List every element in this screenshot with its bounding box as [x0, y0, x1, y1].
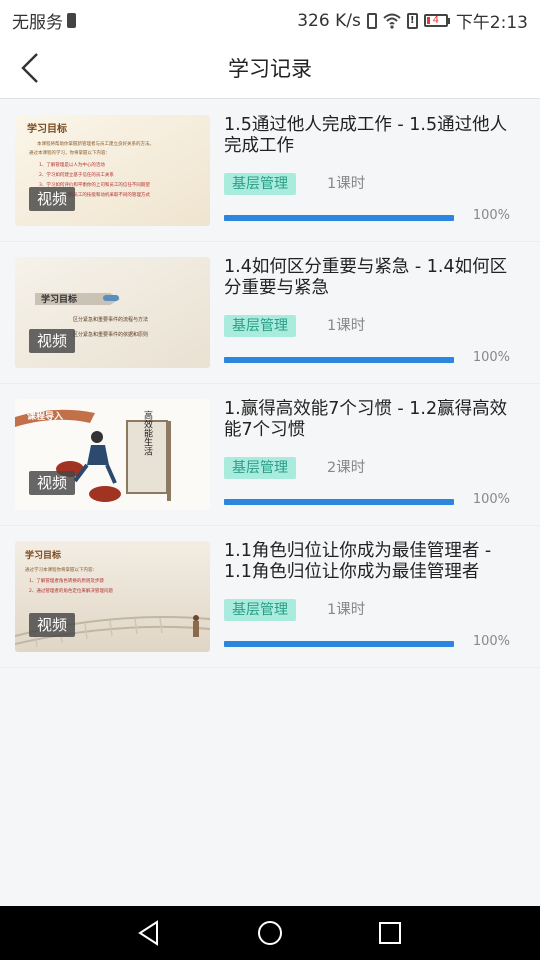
- lesson-hours: 1课时: [327, 602, 366, 618]
- thumb-line: 2、学习如何建立基于信任的员工关系: [39, 171, 114, 178]
- battery-level: 4: [432, 15, 439, 26]
- sim-card-icon: [67, 13, 76, 28]
- progress-bar: [224, 641, 454, 647]
- video-badge: 视频: [29, 187, 76, 211]
- progress-bar: [224, 215, 454, 221]
- thumb-heading: 学习目标: [27, 122, 67, 135]
- thumb-line: 1、了解管理是以人为中心的活动: [39, 161, 105, 168]
- thumb-line: 区分紧急和重要事件的流程与方法: [73, 316, 148, 323]
- progress-percent: 100%: [472, 350, 510, 365]
- thumb-heading: 学习目标: [41, 293, 77, 305]
- record-item[interactable]: 学习目标 本课程将帮助你掌握新管理者与员工建立良好关系的方法。 通过本课程的学习…: [0, 100, 540, 242]
- wifi-icon: [383, 13, 401, 29]
- progress-bar: [224, 499, 454, 505]
- progress-percent: 100%: [472, 208, 510, 223]
- category-tag: 基层管理: [224, 315, 296, 337]
- course-thumbnail[interactable]: 学习目标 区分紧急和重要事件的流程与方法 区分紧急和重要事件的依据和原则 视频: [15, 257, 210, 368]
- record-item[interactable]: 学习目标 区分紧急和重要事件的流程与方法 区分紧急和重要事件的依据和原则 视频 …: [0, 242, 540, 384]
- course-thumbnail[interactable]: 学习目标 本课程将帮助你掌握新管理者与员工建立良好关系的方法。 通过本课程的学习…: [15, 115, 210, 226]
- record-title[interactable]: 1.5通过他人完成工作 - 1.5通过他人完成工作: [224, 115, 520, 157]
- progress-fill: [224, 215, 454, 221]
- progress-fill: [224, 357, 454, 363]
- alert-icon: !: [406, 12, 418, 29]
- nav-back-button[interactable]: [135, 918, 165, 948]
- progress-fill: [224, 641, 454, 647]
- nav-home-button[interactable]: [255, 918, 285, 948]
- category-tag: 基层管理: [224, 173, 296, 195]
- video-badge: 视频: [29, 471, 76, 495]
- thumb-line: 本课程将帮助你掌握新管理者与员工建立良好关系的方法。: [37, 140, 154, 147]
- lesson-hours: 1课时: [327, 176, 366, 192]
- thumb-heading: 学习目标: [25, 549, 61, 561]
- network-speed: 326 K/s: [297, 10, 361, 31]
- progress-fill: [224, 499, 454, 505]
- sign-text: 高效能生活: [142, 409, 153, 456]
- record-title[interactable]: 1.4如何区分重要与紧急 - 1.4如何区分重要与紧急: [224, 257, 520, 299]
- course-thumbnail[interactable]: 学习目标 通过学习本课程你将掌握以下内容： 1、了解管理者角色转换的原则及步骤 …: [15, 541, 210, 652]
- carrier-text: 无服务: [12, 13, 63, 33]
- progress-percent: 100%: [472, 492, 510, 507]
- thumb-line: 通过本课程的学习，你将掌握以下内容：: [29, 149, 110, 156]
- battery-icon: 4: [423, 14, 450, 27]
- category-tag: 基层管理: [224, 599, 296, 621]
- thumb-line: 2、通过管理者的角色定位来解决管理问题: [29, 587, 113, 594]
- thumb-heading: 课程导入: [27, 410, 63, 422]
- nav-recents-button[interactable]: [375, 918, 405, 948]
- video-badge: 视频: [29, 613, 76, 637]
- progress-percent: 100%: [472, 634, 510, 649]
- thumb-line: 区分紧急和重要事件的依据和原则: [73, 331, 148, 338]
- record-item[interactable]: 课程导入 高效能生活 视频 1.赢得高效能7个习惯 - 1.2赢得高效能7个习惯…: [0, 384, 540, 526]
- square-recents-icon: [379, 922, 401, 944]
- triangle-back-icon: [138, 920, 158, 946]
- circle-home-icon: [258, 921, 282, 945]
- progress-bar: [224, 357, 454, 363]
- learning-record-list: 学习目标 本课程将帮助你掌握新管理者与员工建立良好关系的方法。 通过本课程的学习…: [0, 100, 540, 668]
- lesson-hours: 1课时: [327, 318, 366, 334]
- system-nav-bar: [0, 906, 540, 960]
- record-title[interactable]: 1.1角色归位让你成为最佳管理者 - 1.1角色归位让你成为最佳管理者: [224, 541, 520, 583]
- thumb-line: 1、了解管理者角色转换的原则及步骤: [29, 577, 104, 584]
- record-title[interactable]: 1.赢得高效能7个习惯 - 1.2赢得高效能7个习惯: [224, 399, 520, 441]
- course-thumbnail[interactable]: 课程导入 高效能生活 视频: [15, 399, 210, 510]
- clock: 下午2:13: [455, 13, 528, 33]
- lesson-hours: 2课时: [327, 460, 366, 476]
- record-item[interactable]: 学习目标 通过学习本课程你将掌握以下内容： 1、了解管理者角色转换的原则及步骤 …: [0, 526, 540, 668]
- vibrate-icon: [366, 12, 377, 29]
- title-bar: 学习记录: [0, 38, 540, 99]
- video-badge: 视频: [29, 329, 76, 353]
- status-bar: 无服务 326 K/s ! 4 下午2:13: [0, 0, 540, 38]
- category-tag: 基层管理: [224, 457, 296, 479]
- page-title: 学习记录: [228, 57, 312, 81]
- thumb-line: 通过学习本课程你将掌握以下内容：: [25, 566, 97, 573]
